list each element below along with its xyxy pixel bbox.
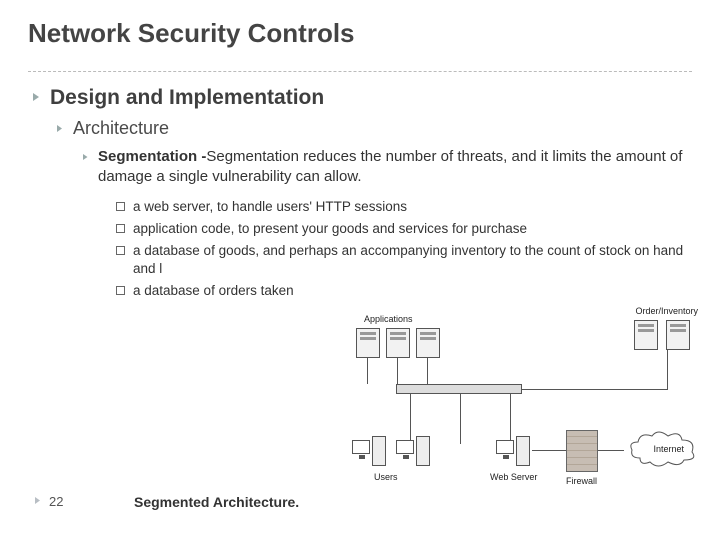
list-item: application code, to present your goods …	[116, 220, 692, 238]
monitor-icon	[396, 440, 414, 454]
label-users: Users	[374, 472, 398, 482]
arrow-icon	[56, 124, 65, 133]
segmentation-text: Segmentation -Segmentation reduces the n…	[98, 147, 692, 188]
page-number: 22	[34, 492, 63, 510]
item-text: application code, to present your goods …	[133, 220, 527, 238]
segmentation-label: Segmentation -	[98, 148, 206, 165]
item-text: a database of orders taken	[133, 282, 294, 300]
list-item: a database of goods, and perhaps an acco…	[116, 242, 692, 278]
list-item: a database of orders taken	[116, 282, 692, 300]
checkbox-icon	[116, 202, 125, 211]
tower-icon	[372, 436, 386, 466]
item-text: a web server, to handle users' HTTP sess…	[133, 198, 407, 216]
checkbox-icon	[116, 224, 125, 233]
server-icon	[666, 320, 690, 350]
figure-caption: Segmented Architecture.	[134, 494, 299, 510]
tower-icon	[516, 436, 530, 466]
slide-title: Network Security Controls	[28, 18, 692, 49]
arrow-icon	[32, 92, 42, 102]
heading-architecture: Architecture	[73, 118, 169, 139]
server-icon	[356, 328, 380, 358]
arrow-icon	[82, 153, 90, 161]
label-webserver: Web Server	[490, 472, 537, 482]
monitor-icon	[352, 440, 370, 454]
page-number-text: 22	[49, 494, 63, 509]
server-icon	[386, 328, 410, 358]
item-text: a database of goods, and perhaps an acco…	[133, 242, 692, 278]
divider	[28, 71, 692, 72]
server-icon	[634, 320, 658, 350]
firewall-icon	[566, 430, 598, 472]
label-orderinv: Order/Inventory	[635, 306, 698, 316]
arrow-icon	[34, 492, 43, 510]
heading-design: Design and Implementation	[50, 86, 324, 110]
monitor-icon	[496, 440, 514, 454]
switch-icon	[396, 384, 522, 394]
label-firewall: Firewall	[566, 476, 597, 486]
label-internet: Internet	[653, 444, 684, 454]
checkbox-icon	[116, 286, 125, 295]
list-item: a web server, to handle users' HTTP sess…	[116, 198, 692, 216]
checkbox-icon	[116, 246, 125, 255]
tower-icon	[416, 436, 430, 466]
architecture-diagram: Applications Order/Inventory Users Web S…	[350, 314, 698, 494]
label-applications: Applications	[364, 314, 413, 324]
server-icon	[416, 328, 440, 358]
